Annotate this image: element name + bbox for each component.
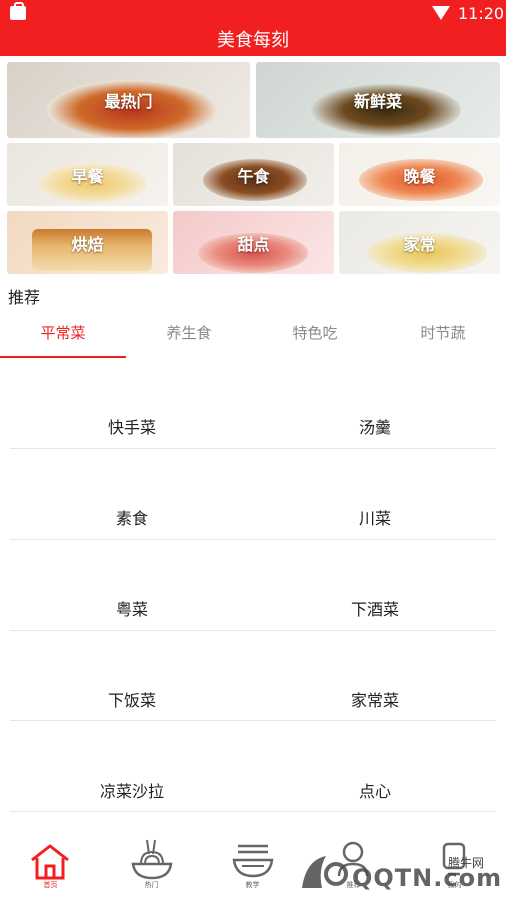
site-watermark: 腾牛网 QQTN.com (296, 846, 506, 896)
category-tile-baking[interactable]: 烘焙 (7, 211, 168, 274)
category-tile-breakfast[interactable]: 早餐 (7, 143, 168, 206)
category-label: 家常 (403, 234, 436, 254)
tab-seasonal-vegetables[interactable]: 时节蔬 (380, 314, 506, 358)
nav-teaching[interactable]: 教学 (202, 828, 303, 900)
category-label: 最热门 (104, 92, 153, 111)
status-time: 11:20 (458, 4, 505, 23)
bowl-icon (232, 844, 274, 878)
noodle-bowl-icon (131, 839, 173, 880)
row-divider (10, 720, 496, 721)
category-label: 新鲜菜 (353, 92, 402, 111)
dish-item[interactable]: 汤羹 (255, 414, 495, 438)
dish-item[interactable]: 川菜 (255, 505, 495, 529)
row-divider (10, 811, 496, 812)
nav-label: 首页 (43, 881, 58, 889)
nav-label: 教学 (245, 881, 260, 889)
tab-health-food[interactable]: 养生食 (126, 314, 252, 358)
dish-item[interactable]: 凉菜沙拉 (12, 778, 252, 802)
dish-item[interactable]: 下饭菜 (12, 687, 252, 711)
status-bar: 11:20 (0, 0, 506, 26)
watermark-logo-icon (302, 856, 348, 888)
category-tile-dinner[interactable]: 晚餐 (339, 143, 500, 206)
watermark-site: QQTN.com (352, 864, 503, 892)
dish-item[interactable]: 点心 (255, 778, 495, 802)
category-tile-lunch[interactable]: 午食 (173, 143, 334, 206)
app-title: 美食每刻 (0, 26, 506, 56)
nav-home[interactable]: 首页 (0, 828, 101, 900)
row-divider (10, 539, 496, 540)
home-icon (31, 844, 69, 880)
tab-everyday-dishes[interactable]: 平常菜 (0, 314, 126, 358)
tab-specialty[interactable]: 特色吃 (252, 314, 378, 358)
category-label: 晚餐 (403, 166, 436, 186)
category-tile-dessert[interactable]: 甜点 (173, 211, 334, 274)
shopping-bag-icon (10, 2, 26, 20)
category-label: 午食 (237, 166, 270, 186)
row-divider (10, 448, 496, 449)
nav-label: 热门 (144, 881, 159, 889)
category-tile-fresh[interactable]: 新鲜菜 (256, 62, 500, 138)
dish-item[interactable]: 粤菜 (12, 596, 252, 620)
category-label: 早餐 (71, 166, 104, 186)
nav-popular[interactable]: 热门 (101, 828, 202, 900)
section-title-recommend: 推荐 (8, 288, 41, 307)
dish-item[interactable]: 下酒菜 (255, 596, 495, 620)
category-label: 烘焙 (71, 234, 104, 254)
category-tile-hot[interactable]: 最热门 (7, 62, 250, 138)
tab-bar: 平常菜 养生食 特色吃 时节蔬 (0, 314, 506, 358)
category-tile-homestyle[interactable]: 家常 (339, 211, 500, 274)
wifi-icon (432, 6, 450, 20)
category-label: 甜点 (237, 234, 270, 254)
dish-item[interactable]: 家常菜 (255, 687, 495, 711)
dish-item[interactable]: 快手菜 (12, 414, 252, 438)
row-divider (10, 630, 496, 631)
dish-item[interactable]: 素食 (12, 505, 252, 529)
